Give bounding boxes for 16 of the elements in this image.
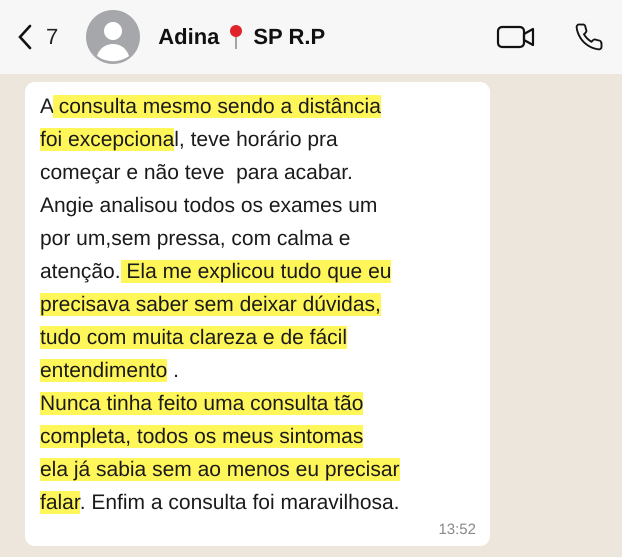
message-line: A consulta mesmo sendo a distância [40,94,382,120]
pin-icon [229,24,244,50]
message-line: falar. Enfim a consulta foi maravilhosa. [40,490,401,516]
unread-count: 7 [46,24,58,50]
contact-name[interactable]: Adina [158,24,220,50]
chevron-left-icon [18,24,32,50]
video-call-button[interactable] [496,24,536,50]
message-line: atenção. Ela me explicou tudo que eu [40,259,392,285]
message-line: por um,sem pressa, com calma e [40,226,352,252]
back-button[interactable]: 7 [18,24,58,50]
phone-call-button[interactable] [574,22,604,52]
message-line: começar e não teve para acabar. [40,160,354,186]
message-line: Angie analisou todos os exames um [40,193,378,219]
message-time: 13:52 [438,521,476,538]
contact-location: SP R.P [253,24,326,50]
message-line: entendimento . [40,358,180,384]
